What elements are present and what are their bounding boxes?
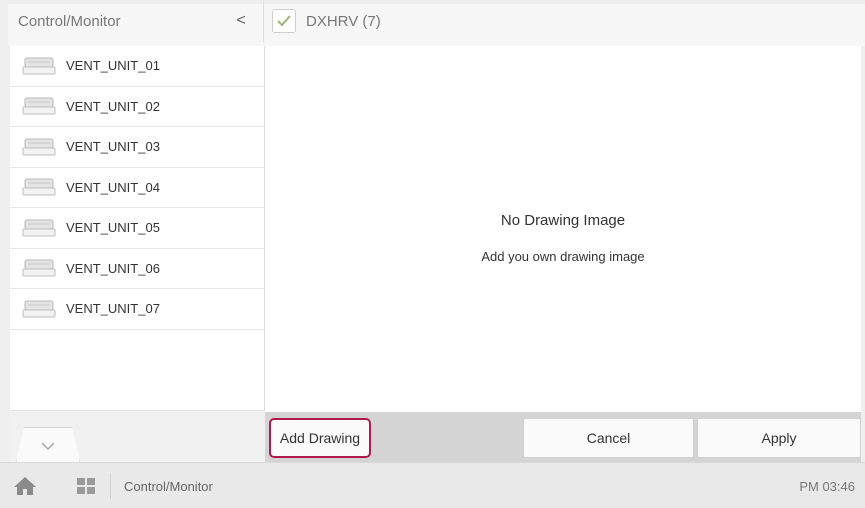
ventilation-unit-icon bbox=[22, 219, 56, 237]
sidebar-footer bbox=[10, 410, 265, 463]
add-drawing-button[interactable]: Add Drawing bbox=[269, 418, 371, 458]
unit-label: VENT_UNIT_07 bbox=[66, 301, 160, 317]
ventilation-unit-icon bbox=[22, 178, 56, 196]
unit-list-item[interactable]: VENT_UNIT_01 bbox=[10, 46, 264, 87]
unit-list-item[interactable]: VENT_UNIT_02 bbox=[10, 86, 264, 127]
select-all-checkbox[interactable] bbox=[272, 9, 296, 33]
current-page-label: Control/Monitor bbox=[124, 478, 213, 494]
cancel-button[interactable]: Cancel bbox=[523, 418, 694, 458]
ventilation-unit-icon bbox=[22, 300, 56, 318]
unit-label: VENT_UNIT_06 bbox=[66, 260, 160, 276]
check-icon bbox=[277, 15, 291, 27]
unit-list-item[interactable]: VENT_UNIT_04 bbox=[10, 167, 264, 208]
unit-label: VENT_UNIT_01 bbox=[66, 58, 160, 74]
empty-state-title: No Drawing Image bbox=[500, 212, 626, 229]
ventilation-unit-icon bbox=[22, 97, 56, 115]
unit-list-item[interactable]: VENT_UNIT_03 bbox=[10, 127, 264, 168]
collapse-panel-button[interactable]: < bbox=[231, 10, 251, 32]
section-title: Control/Monitor bbox=[18, 12, 121, 30]
unit-label: VENT_UNIT_02 bbox=[66, 98, 160, 114]
action-bar: Add Drawing Cancel Apply bbox=[265, 412, 861, 462]
unit-label: VENT_UNIT_05 bbox=[66, 220, 160, 236]
empty-state-subtitle: Add you own drawing image bbox=[481, 249, 645, 264]
grid-menu-icon[interactable] bbox=[76, 477, 96, 495]
section-header: Control/Monitor < bbox=[8, 0, 264, 42]
ventilation-unit-icon bbox=[22, 138, 56, 156]
clock: PM 03:46 bbox=[799, 478, 855, 494]
ventilation-unit-icon bbox=[22, 57, 56, 75]
bottom-navigation-bar: Control/Monitor PM 03:46 bbox=[0, 462, 865, 508]
ventilation-unit-icon bbox=[22, 259, 56, 277]
group-title: DXHRV (7) bbox=[306, 12, 381, 30]
drawing-area: No Drawing Image Add you own drawing ima… bbox=[265, 46, 861, 412]
app-frame: Control/Monitor < DXHRV (7) VENT_UNIT_01… bbox=[0, 0, 865, 508]
unit-list-item[interactable]: VENT_UNIT_07 bbox=[10, 289, 264, 330]
unit-list-item[interactable]: VENT_UNIT_06 bbox=[10, 248, 264, 289]
chevron-down-icon bbox=[41, 441, 55, 450]
unit-list: VENT_UNIT_01 VENT_UNIT_02 VENT_UNIT_03 V… bbox=[10, 46, 265, 410]
divider bbox=[110, 473, 111, 499]
unit-label: VENT_UNIT_03 bbox=[66, 139, 160, 155]
apply-button[interactable]: Apply bbox=[697, 418, 861, 458]
unit-label: VENT_UNIT_04 bbox=[66, 179, 160, 195]
home-icon[interactable] bbox=[12, 475, 38, 497]
unit-list-item[interactable]: VENT_UNIT_05 bbox=[10, 208, 264, 249]
scroll-down-tab[interactable] bbox=[16, 427, 80, 463]
